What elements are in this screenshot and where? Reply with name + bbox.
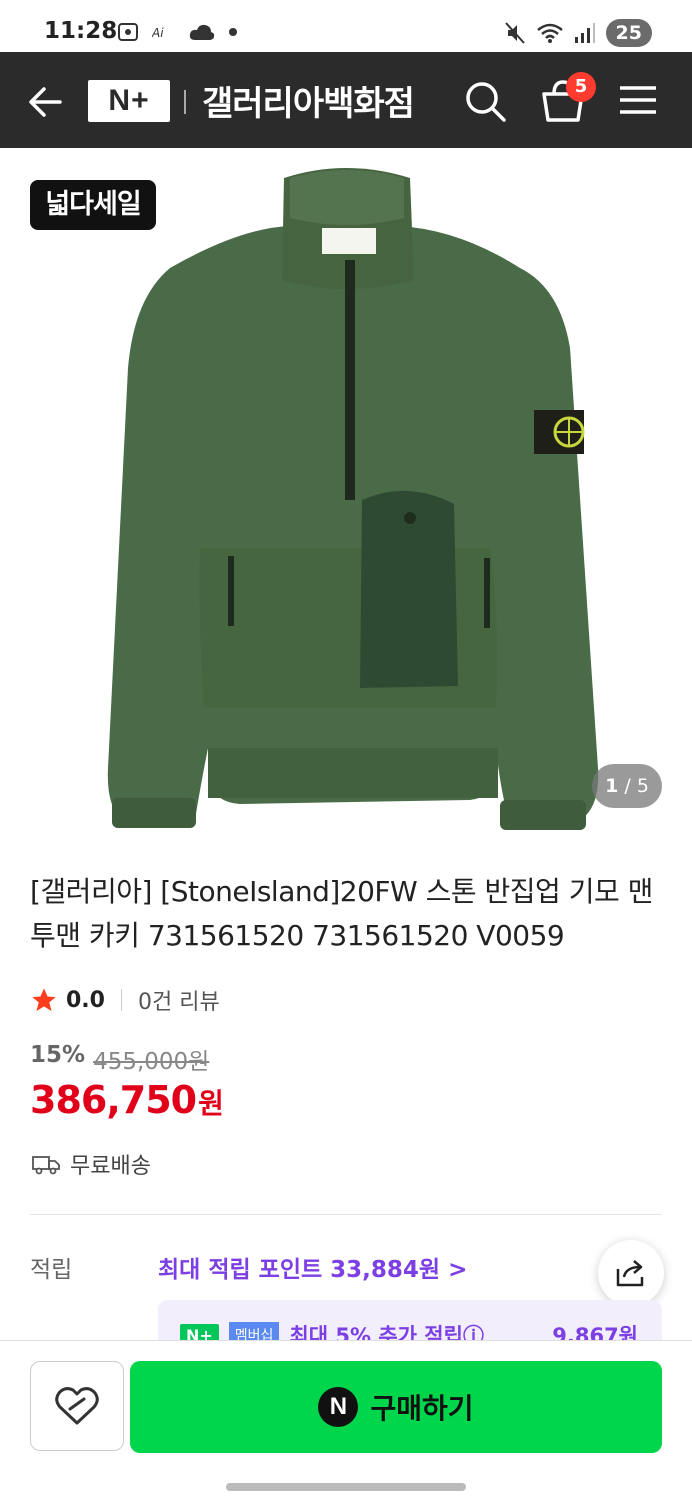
rating-divider xyxy=(120,989,122,1011)
back-arrow-icon[interactable] xyxy=(24,80,68,124)
header-divider xyxy=(184,90,186,114)
star-icon xyxy=(32,988,56,1012)
original-price-row: 15% 455,000원 xyxy=(30,1042,209,1076)
membership-tag: 멤버십 xyxy=(228,1322,280,1340)
product-title: [갤러리아] [StoneIsland]20FW 스톤 반집업 기모 맨투맨 카… xyxy=(30,875,653,952)
membership-text: 최대 5% 추가 적립ⓘ xyxy=(289,1324,484,1340)
product-image[interactable] xyxy=(0,148,692,848)
hamburger-menu-icon[interactable] xyxy=(616,80,660,120)
discount-rate: 15% xyxy=(30,1042,86,1068)
review-count[interactable]: 0건 리뷰 xyxy=(138,984,220,1016)
store-name[interactable]: 갤러리아백화점 xyxy=(202,76,415,125)
search-icon[interactable] xyxy=(462,78,508,124)
rating-row[interactable]: 0.0 0건 리뷰 xyxy=(30,984,220,1016)
wifi-icon xyxy=(536,23,563,43)
membership-inner: N+ 멤버십 최대 5% 추가 적립ⓘ xyxy=(180,1320,484,1340)
sale-price-row: 386,750원 xyxy=(30,1078,224,1122)
naver-plus-logo[interactable]: N+ xyxy=(88,80,170,122)
delivery-truck-icon xyxy=(32,1156,60,1175)
signal-icon xyxy=(574,23,595,43)
image-counter: 1 / 5 xyxy=(592,764,662,808)
app-notification-icon: Ai xyxy=(152,26,164,40)
shipping-row: 무료배송 xyxy=(32,1148,151,1180)
buy-label: 구매하기 xyxy=(370,1392,474,1425)
original-price: 455,000원 xyxy=(93,1049,210,1075)
status-icons-right: 25 xyxy=(504,19,652,47)
share-button[interactable] xyxy=(598,1240,664,1306)
membership-amount: 9,867원 xyxy=(552,1324,638,1340)
status-icons-left: Ai xyxy=(116,20,238,44)
image-counter-current: 1 xyxy=(605,775,619,797)
battery-indicator: 25 xyxy=(605,19,652,47)
sale-price: 386,750 xyxy=(30,1078,197,1122)
points-label: 적립 xyxy=(30,1257,73,1283)
share-icon xyxy=(616,1260,644,1287)
rating-value: 0.0 xyxy=(66,987,105,1013)
naver-plus-chip: N+ xyxy=(180,1323,219,1340)
sale-price-unit: 원 xyxy=(198,1087,224,1120)
cart-count-badge: 5 xyxy=(566,72,596,102)
heart-icon xyxy=(55,1387,99,1425)
shipping-text: 무료배송 xyxy=(70,1154,151,1179)
section-divider xyxy=(30,1214,662,1215)
dot-icon xyxy=(229,28,237,36)
naver-pay-icon: N xyxy=(318,1387,359,1427)
membership-bonus-box[interactable]: N+ 멤버십 최대 5% 추가 적립ⓘ 9,867원 xyxy=(158,1300,662,1340)
home-indicator[interactable] xyxy=(226,1483,466,1491)
buy-button[interactable]: N 구매하기 xyxy=(130,1361,662,1453)
cloud-icon xyxy=(189,24,215,40)
max-points-link[interactable]: 최대 적립 포인트 33,884원 > xyxy=(158,1250,467,1284)
svg-text:Ai: Ai xyxy=(152,26,164,40)
sale-badge: 넓다세일 xyxy=(30,180,156,230)
screenshot-icon xyxy=(118,23,138,41)
image-counter-total: / 5 xyxy=(624,775,649,797)
status-time: 11:28 xyxy=(44,18,118,44)
mute-icon xyxy=(504,22,525,44)
jacket-illustration xyxy=(107,168,599,830)
wishlist-button[interactable] xyxy=(30,1361,124,1451)
bottom-action-bar: N 구매하기 xyxy=(0,1340,692,1500)
